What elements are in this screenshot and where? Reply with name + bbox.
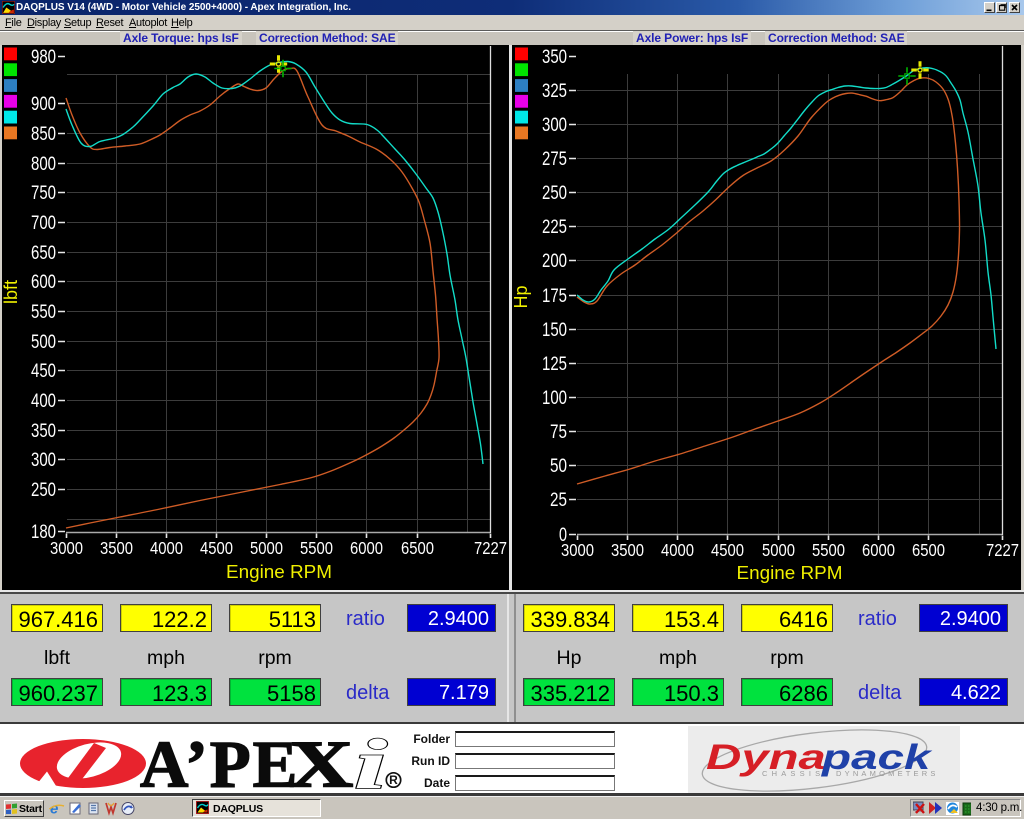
svg-text:X: X xyxy=(289,731,353,793)
svg-text:3000: 3000 xyxy=(50,538,83,558)
svg-text:DYNAMOMETERS: DYNAMOMETERS xyxy=(836,769,939,778)
svg-text:225: 225 xyxy=(542,216,567,238)
svg-text:4500: 4500 xyxy=(711,540,744,560)
svg-text:lbft: lbft xyxy=(1,280,21,304)
svg-text:250: 250 xyxy=(31,479,56,501)
svg-text:5500: 5500 xyxy=(812,540,845,560)
svg-text:7227: 7227 xyxy=(474,538,507,558)
svg-text:Hp: Hp xyxy=(512,285,531,308)
svg-text:450: 450 xyxy=(31,360,56,382)
svg-text:650: 650 xyxy=(31,242,56,264)
svg-text:7227: 7227 xyxy=(986,540,1019,560)
svg-text:25: 25 xyxy=(550,489,567,511)
svg-text:175: 175 xyxy=(542,285,567,307)
svg-text:3500: 3500 xyxy=(100,538,133,558)
svg-text:5000: 5000 xyxy=(250,538,283,558)
svg-text:Engine RPM: Engine RPM xyxy=(737,563,843,583)
svg-text:250: 250 xyxy=(542,182,567,204)
svg-text:3000: 3000 xyxy=(561,540,594,560)
svg-text:275: 275 xyxy=(542,148,567,170)
svg-text:200: 200 xyxy=(542,250,567,272)
svg-text:50: 50 xyxy=(550,455,567,477)
svg-text:350: 350 xyxy=(542,46,567,68)
svg-text:500: 500 xyxy=(31,331,56,353)
svg-text:325: 325 xyxy=(542,80,567,102)
svg-text:6500: 6500 xyxy=(912,540,945,560)
svg-text:550: 550 xyxy=(31,301,56,323)
svg-text:e: e xyxy=(50,801,58,818)
svg-text:300: 300 xyxy=(542,114,567,136)
svg-text:3500: 3500 xyxy=(611,540,644,560)
svg-text:6500: 6500 xyxy=(401,538,434,558)
svg-text:Engine RPM: Engine RPM xyxy=(226,562,332,582)
svg-text:100: 100 xyxy=(542,387,567,409)
svg-text:600: 600 xyxy=(31,271,56,293)
svg-text:750: 750 xyxy=(31,182,56,204)
svg-text:CHASSIS: CHASSIS xyxy=(762,769,824,778)
svg-text:980: 980 xyxy=(31,46,56,68)
svg-text:4000: 4000 xyxy=(661,540,694,560)
svg-text:350: 350 xyxy=(31,420,56,442)
svg-text:300: 300 xyxy=(31,449,56,471)
svg-text:125: 125 xyxy=(542,353,567,375)
svg-text:150: 150 xyxy=(542,319,567,341)
svg-text:850: 850 xyxy=(31,123,56,145)
svg-text:75: 75 xyxy=(550,421,567,443)
svg-text:900: 900 xyxy=(31,93,56,115)
svg-text:800: 800 xyxy=(31,153,56,175)
svg-text:5500: 5500 xyxy=(300,538,333,558)
svg-text:700: 700 xyxy=(31,212,56,234)
svg-text:4500: 4500 xyxy=(200,538,233,558)
svg-text:6000: 6000 xyxy=(862,540,895,560)
svg-text:400: 400 xyxy=(31,390,56,412)
svg-text:4000: 4000 xyxy=(150,538,183,558)
svg-text:6000: 6000 xyxy=(350,538,383,558)
svg-text:A’PE: A’PE xyxy=(140,731,299,793)
svg-text:5000: 5000 xyxy=(762,540,795,560)
